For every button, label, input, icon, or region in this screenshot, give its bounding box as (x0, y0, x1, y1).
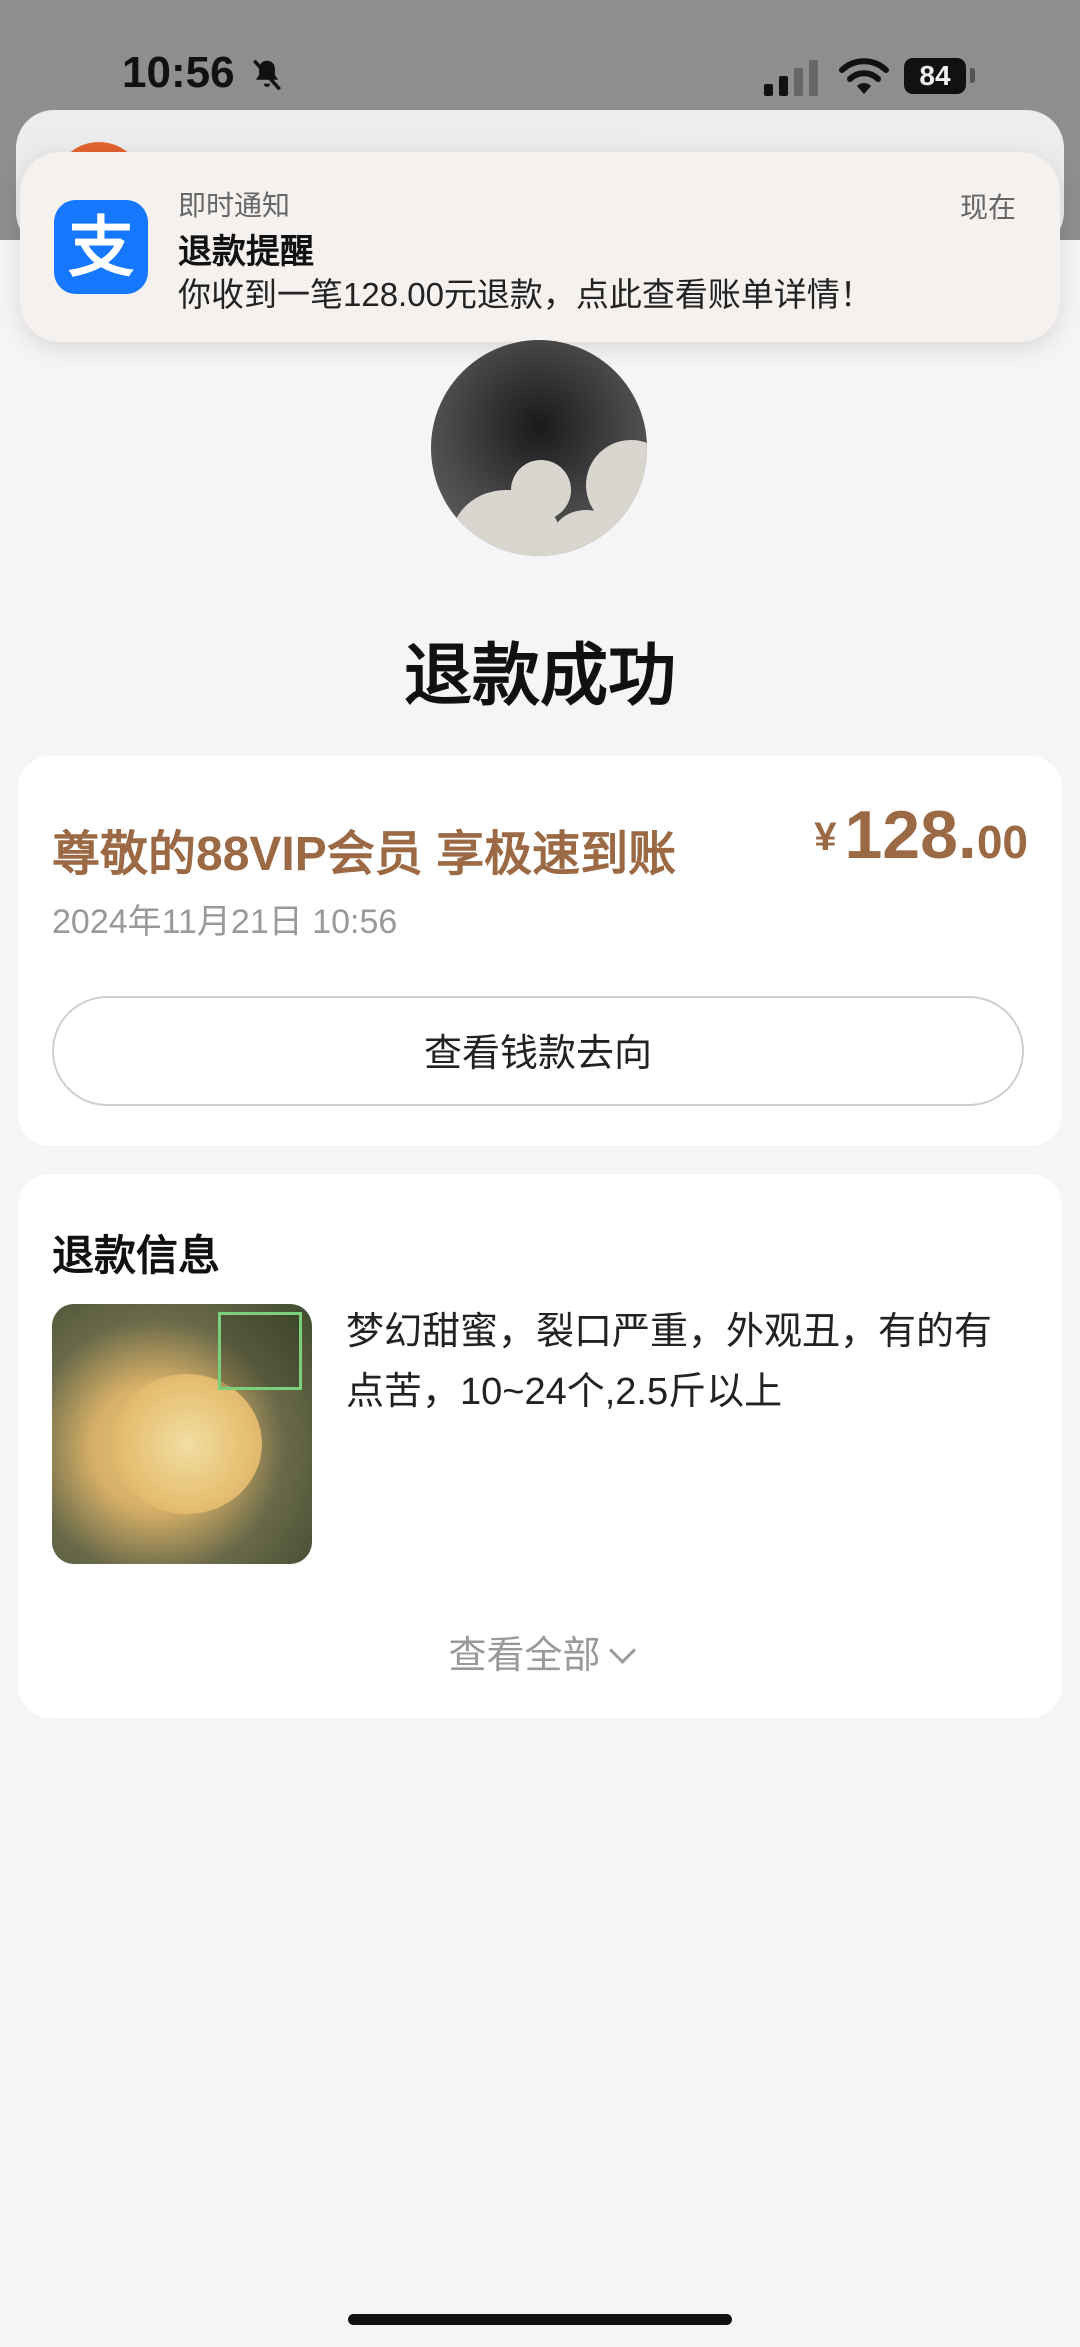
fruit-shape (112, 1374, 262, 1514)
home-indicator[interactable] (348, 2314, 732, 2325)
notification-title: 退款提醒 (178, 233, 314, 271)
notification-app-name: 即时通知 (178, 190, 291, 221)
product-image[interactable] (52, 1304, 312, 1564)
status-time: 10:56 (122, 48, 235, 97)
refund-amount: ¥128.00 (814, 796, 1028, 874)
view-all-link[interactable]: 查看全部 (18, 1624, 1062, 1679)
amount-decimal: 00 (976, 816, 1028, 868)
notification-body: 你收到一笔128.00元退款，点此查看账单详情！ (178, 276, 873, 313)
battery-nub (970, 68, 975, 83)
view-all-label: 查看全部 (448, 1635, 601, 1677)
currency-symbol: ¥ (814, 815, 837, 859)
vip-message: 尊敬的88VIP会员 享极速到账 (52, 828, 677, 881)
avatar (431, 340, 647, 556)
alipay-icon: 支 (54, 200, 148, 294)
product-description[interactable]: 梦幻甜蜜，裂口严重，外观丑，有的有点苦，10~24个,2.5斤以上 (346, 1302, 1026, 1422)
bell-off-icon (253, 59, 281, 91)
wifi-icon (839, 58, 889, 94)
refund-info-title: 退款信息 (52, 1232, 221, 1279)
refund-info-card: 退款信息 梦幻甜蜜，裂口严重，外观丑，有的有点苦，10~24个,2.5斤以上 查… (18, 1174, 1062, 1718)
refund-summary-card: 尊敬的88VIP会员 享极速到账 ¥128.00 2024年11月21日 10:… (18, 756, 1062, 1146)
amount-integer: 128. (844, 797, 977, 873)
chevron-down-icon (608, 1637, 636, 1664)
refund-date: 2024年11月21日 10:56 (52, 903, 398, 941)
notification-time: 现在 (959, 192, 1016, 223)
signal-icon (764, 60, 818, 96)
refund-notification-banner[interactable]: 支 即时通知 现在 退款提醒 你收到一笔128.00元退款，点此查看账单详情！ (20, 152, 1060, 342)
shop-stamp-logo (218, 1312, 302, 1390)
battery-icon: 84 (904, 58, 966, 94)
view-money-flow-button[interactable]: 查看钱款去向 (52, 996, 1024, 1106)
avatar-cloud-shape (511, 460, 571, 520)
page-title: 退款成功 (403, 638, 676, 714)
